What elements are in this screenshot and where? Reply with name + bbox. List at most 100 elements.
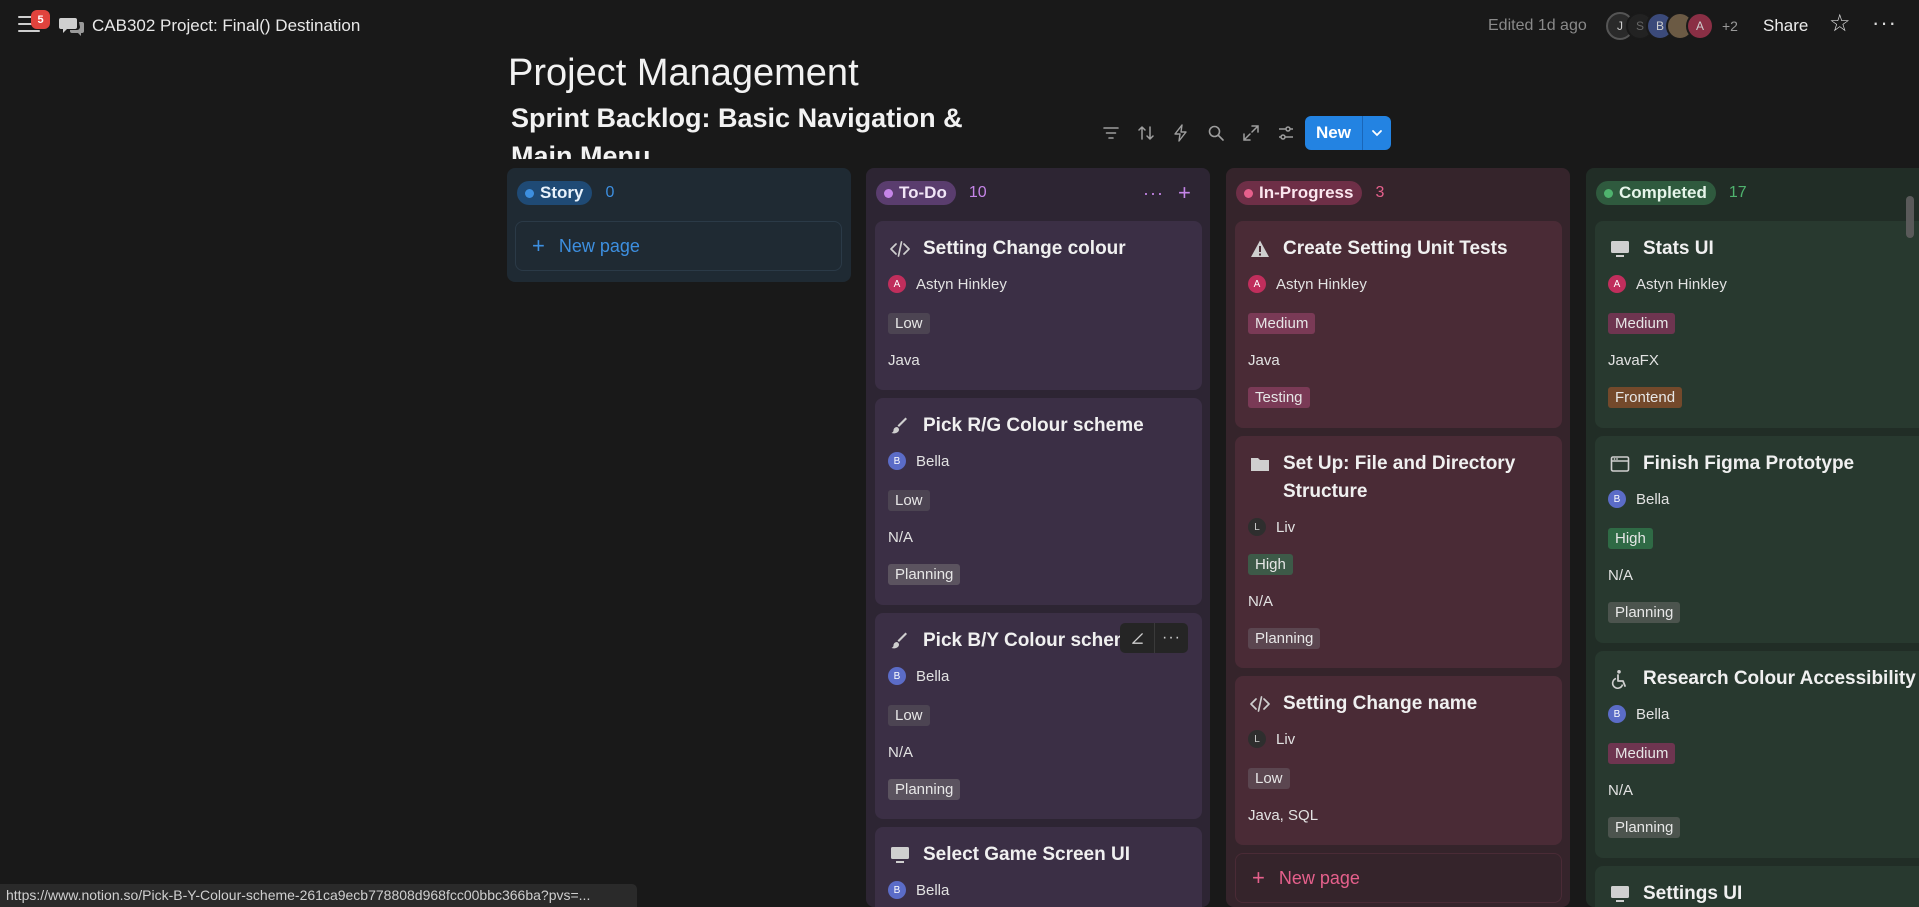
status-pill[interactable]: Story xyxy=(517,181,593,205)
language-value: N/A xyxy=(1248,593,1274,610)
card[interactable]: Setting Change colour A Astyn Hinkley Low… xyxy=(875,221,1202,390)
category-row: Planning xyxy=(888,564,961,585)
card-title: Select Game Screen UI xyxy=(888,841,1130,869)
card-title: Stats UI xyxy=(1608,235,1714,263)
card-title-line: Set Up: File and Directory xyxy=(1283,453,1516,474)
status-pill[interactable]: Completed xyxy=(1596,181,1716,205)
priority-tag: Medium xyxy=(1608,313,1676,334)
language-value: N/A xyxy=(1608,567,1634,584)
more-options-icon[interactable]: ··· xyxy=(1154,623,1188,653)
share-button[interactable]: Share xyxy=(1763,16,1808,36)
notification-badge: 5 xyxy=(31,10,50,29)
card-title-text: Pick B/Y Colour scheme xyxy=(923,630,1142,651)
card[interactable]: Pick R/G Colour scheme B Bella Low N/A Pl… xyxy=(875,398,1202,605)
page-title[interactable]: CAB302 Project: Final() Destination xyxy=(92,16,360,36)
card-title: Setting Change name xyxy=(1248,690,1477,718)
priority-tag: Low xyxy=(888,313,930,334)
column-count: 3 xyxy=(1375,184,1385,201)
chat-bubbles-icon xyxy=(59,15,85,37)
status-bar-url: https://www.notion.so/Pick-B-Y-Colour-sc… xyxy=(0,884,637,907)
card-title: Research Colour Accessibility xyxy=(1608,665,1916,693)
column-header[interactable]: Story 0 xyxy=(517,181,614,205)
edit-icon[interactable] xyxy=(1120,623,1154,653)
column-header[interactable]: To-Do 10 xyxy=(876,181,987,205)
new-page-button[interactable]: + New page xyxy=(1235,853,1562,903)
priority-tag: Low xyxy=(888,490,930,511)
card-title-text: Research Colour Accessibility xyxy=(1643,668,1916,689)
column-header[interactable]: Completed 17 xyxy=(1596,181,1747,205)
column-header[interactable]: In-Progress 3 xyxy=(1236,181,1384,205)
assignee-name: Astyn Hinkley xyxy=(1636,275,1727,293)
column-count: 10 xyxy=(968,184,987,201)
column-in-progress: In-Progress 3 Create Setting Unit Tests … xyxy=(1226,168,1570,907)
card[interactable]: Pick B/Y Colour scheme ··· B Bella Low N/… xyxy=(875,613,1202,819)
new-page-label: New page xyxy=(1278,867,1360,888)
status-dot xyxy=(884,188,893,198)
card[interactable]: Set Up: File and Directory Structure L Liv… xyxy=(1235,436,1562,668)
accessibility-icon xyxy=(1608,665,1632,693)
card[interactable]: Setting Change name L Liv Low Java, SQL xyxy=(1235,676,1562,845)
assignee-row: L Liv xyxy=(1248,730,1295,748)
new-button[interactable]: New xyxy=(1305,116,1362,150)
priority-tag: High xyxy=(1608,528,1653,549)
category-tag: Planning xyxy=(888,779,961,800)
card[interactable]: Stats UI A Astyn Hinkley Medium JavaFX Fr… xyxy=(1595,221,1919,428)
language-value: N/A xyxy=(888,744,914,761)
card[interactable]: Create Setting Unit Tests A Astyn Hinkley… xyxy=(1235,221,1562,428)
filter-icon[interactable] xyxy=(1093,119,1128,147)
assignee-name: Astyn Hinkley xyxy=(916,275,1007,293)
code-icon xyxy=(1248,690,1272,718)
card[interactable]: Select Game Screen UI B Bella xyxy=(875,827,1202,907)
assignee-row: A Astyn Hinkley xyxy=(1248,275,1367,293)
favorite-star-icon[interactable]: ☆ xyxy=(1829,12,1851,36)
category-row: Planning xyxy=(888,779,961,800)
automation-icon[interactable] xyxy=(1163,119,1198,147)
vertical-scrollbar[interactable] xyxy=(1906,196,1914,238)
column-more-icon[interactable]: ··· xyxy=(1143,183,1164,204)
language-value: Java, SQL xyxy=(1248,807,1319,824)
more-options-icon[interactable]: ··· xyxy=(1872,12,1897,34)
chevron-down-icon[interactable] xyxy=(1362,116,1391,150)
new-page-button[interactable]: + New page xyxy=(515,221,842,271)
collaborator-avatars[interactable]: J S B A xyxy=(1606,12,1714,40)
more-collaborators-count[interactable]: +2 xyxy=(1722,18,1738,34)
language-row: JavaFX xyxy=(1608,352,1659,369)
folder-icon xyxy=(1248,450,1272,478)
edited-timestamp[interactable]: Edited 1d ago xyxy=(1488,17,1587,35)
expand-icon[interactable] xyxy=(1233,119,1268,147)
database-title[interactable]: Project Management xyxy=(508,52,859,95)
sort-icon[interactable] xyxy=(1128,119,1163,147)
assignee-avatar: A xyxy=(1248,275,1266,293)
settings-icon[interactable] xyxy=(1268,119,1303,147)
status-pill[interactable]: To-Do xyxy=(876,181,956,205)
view-title[interactable]: Sprint Backlog: Basic Navigation & Main … xyxy=(511,99,981,159)
assignee-row: B Bella xyxy=(888,667,949,685)
card[interactable]: Research Colour Accessibility B Bella Med… xyxy=(1595,651,1919,858)
priority-tag: High xyxy=(1248,554,1293,575)
assignee-avatar: B xyxy=(888,452,906,470)
assignee-avatar: B xyxy=(888,881,906,899)
browser-icon xyxy=(1608,450,1632,478)
assignee-name: Astyn Hinkley xyxy=(1276,275,1367,293)
card-title-text: Set Up: File and Directory Structure xyxy=(1283,450,1515,506)
plus-icon: + xyxy=(532,233,545,258)
add-card-icon[interactable]: + xyxy=(1178,180,1191,206)
column-count: 17 xyxy=(1728,184,1747,201)
priority-tag: Low xyxy=(1248,768,1290,789)
column-label: In-Progress xyxy=(1259,183,1354,202)
category-tag: Planning xyxy=(1608,602,1681,623)
assignee-avatar: A xyxy=(1608,275,1626,293)
card[interactable]: Settings UI xyxy=(1595,866,1919,907)
card[interactable]: Finish Figma Prototype B Bella High N/A P… xyxy=(1595,436,1919,643)
view-toolbar xyxy=(1093,119,1303,147)
language-row: N/A xyxy=(1248,593,1273,610)
status-pill[interactable]: In-Progress xyxy=(1236,181,1363,205)
category-tag: Planning xyxy=(888,564,961,585)
priority-row: Medium xyxy=(1608,313,1676,334)
card-title-text: Settings UI xyxy=(1643,883,1743,904)
avatar[interactable]: A xyxy=(1686,12,1714,40)
search-icon[interactable] xyxy=(1198,119,1233,147)
priority-row: Low xyxy=(888,490,930,511)
card-title-text: Setting Change colour xyxy=(923,238,1126,259)
assignee-row: B Bella xyxy=(888,452,949,470)
